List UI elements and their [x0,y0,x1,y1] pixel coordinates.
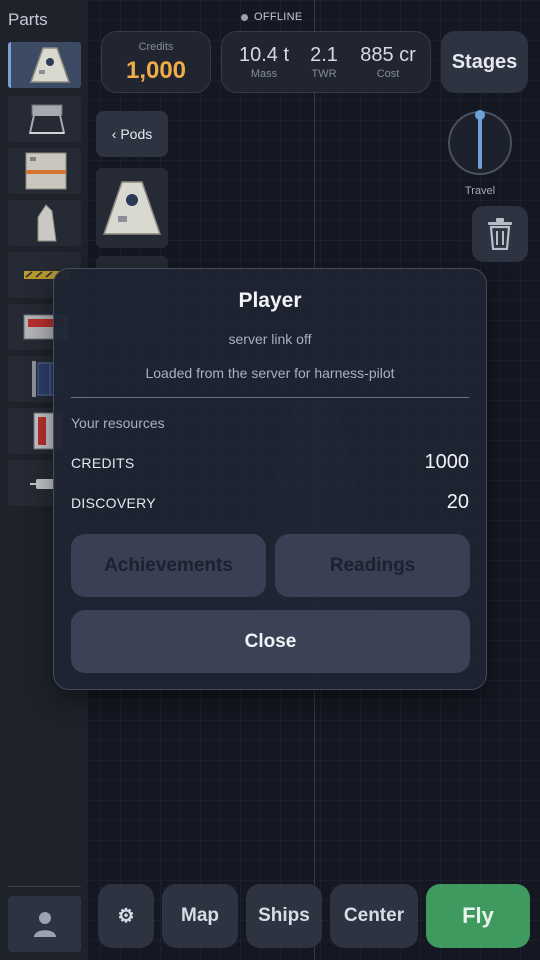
achievements-button[interactable]: Achievements [71,534,266,597]
modal-note: Loaded from the server for harness-pilot [145,365,395,381]
resource-row-discovery: DISCOVERY 20 [71,491,469,514]
part-item-fuel-tank[interactable] [8,148,81,194]
mass-value: 10.4 t [238,44,290,66]
pod-part-card[interactable] [96,168,168,248]
modal-divider [71,397,469,398]
pods-back-button[interactable]: ‹ Pods [96,111,168,157]
frame-part-icon [28,104,66,134]
resource-value: 20 [446,491,469,513]
cost-value: 885 cr [360,44,416,66]
stages-button[interactable]: Stages [441,31,528,93]
credits-label: Credits [138,41,174,53]
resource-row-credits: CREDITS 1000 [71,451,469,474]
connection-status: OFFLINE [241,11,303,23]
status-label: OFFLINE [254,11,303,23]
stat-cost: 885 cr Cost [356,44,420,80]
twr-label: TWR [311,68,337,80]
mass-label: Mass [250,68,278,80]
settings-button[interactable]: ⚙ [98,884,154,948]
command-pod-icon [29,47,71,83]
part-item-fin[interactable] [8,200,81,246]
resource-value: 1000 [424,451,470,473]
ship-stats-card: 10.4 t Mass 2.1 TWR 885 cr Cost [221,31,431,93]
fuel-tank-icon [25,152,67,190]
part-item-decoupler-frame[interactable] [8,96,81,142]
credits-value: 1,000 [125,57,187,84]
fly-button[interactable]: Fly [426,884,530,948]
resource-label: CREDITS [71,454,135,471]
twr-value: 2.1 [310,44,338,66]
travel-direction-dial[interactable] [446,109,514,177]
resources-heading: Your resources [71,415,165,431]
player-avatar-button[interactable] [8,896,81,952]
part-item-command-pod[interactable] [8,42,81,88]
stat-mass: 10.4 t Mass [238,44,290,80]
user-icon [34,912,56,937]
center-button[interactable]: Center [330,884,418,948]
trash-icon [488,218,512,250]
resource-label: DISCOVERY [71,494,156,511]
gear-icon: ⚙ [117,905,135,927]
cost-label: Cost [376,68,400,80]
credits-card: Credits 1,000 [101,31,211,93]
sidebar-title: Parts [8,10,48,29]
readings-button[interactable]: Readings [275,534,470,597]
sidebar-divider [8,886,81,887]
map-button[interactable]: Map [162,884,238,948]
player-modal: Player server link off Loaded from the s… [53,268,487,690]
travel-label: Travel [464,185,496,197]
close-button[interactable]: Close [71,610,470,673]
modal-title: Player [238,289,302,312]
command-pod-icon [102,181,162,235]
status-dot-icon [241,13,248,21]
stat-twr: 2.1 TWR [304,44,344,80]
ships-button[interactable]: Ships [246,884,322,948]
modal-subtitle: server link off [228,331,312,347]
fin-icon [37,204,57,242]
delete-part-button[interactable] [472,206,528,262]
